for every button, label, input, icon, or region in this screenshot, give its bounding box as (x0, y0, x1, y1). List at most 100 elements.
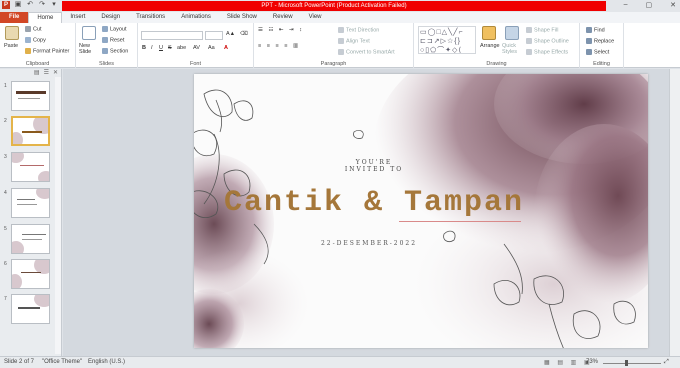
slides-tab-icon[interactable]: ▤ (34, 69, 40, 77)
clipboard-group-label: Clipboard (25, 61, 50, 67)
outline-tab-icon[interactable]: ☰ (44, 69, 49, 77)
slide-thumbnail-7[interactable]: 7 (0, 294, 62, 328)
undo-icon[interactable]: ↶ (26, 1, 34, 9)
list-buttons[interactable]: ☰ ☷ ⇤ ⇥ ↕ (258, 27, 304, 33)
font-group-label: Font (189, 61, 201, 67)
slide-thumbnail-6[interactable]: 6 (0, 259, 62, 293)
char-spacing-button[interactable]: AV (193, 45, 200, 51)
quick-styles-button[interactable]: Quick Styles (502, 43, 524, 55)
zoom-level[interactable]: 73% (586, 359, 598, 365)
shape-effects-label: Shape Effects (534, 49, 569, 56)
customize-qat-icon[interactable]: ▾ (50, 1, 58, 9)
quick-access-toolbar: P ▣ ↶ ↷ ▾ (2, 1, 58, 9)
slide-thumbnail-5[interactable]: 5 (0, 224, 62, 258)
redo-icon[interactable]: ↷ (38, 1, 46, 9)
maximize-icon[interactable]: ▢ (646, 1, 653, 9)
shape-fill-button[interactable]: Shape Fill (526, 27, 558, 33)
copy-button[interactable]: Copy (25, 37, 46, 43)
layout-icon (102, 26, 108, 32)
tab-view[interactable]: View (301, 12, 330, 23)
tab-transitions[interactable]: Transitions (128, 12, 173, 23)
quick-styles-icon[interactable] (505, 26, 519, 40)
change-case-button[interactable]: Aa (208, 45, 215, 51)
align-buttons[interactable]: ≡ ≡ ≡ ≡ ▥ (258, 43, 300, 49)
drawing-group: ▭◯□△╲╱⌐ ⊏⊐↗▷☆{} ○▯⬠⌒✦◇⟨ Arrange Quick Styl… (414, 23, 580, 68)
reset-icon (102, 37, 108, 43)
cut-label: Cut (33, 26, 42, 33)
underline-button[interactable]: U (159, 45, 163, 51)
new-slide-icon[interactable] (82, 26, 96, 40)
italic-button[interactable]: I (151, 45, 153, 51)
slide-thumbnail-3[interactable]: 3 (0, 152, 62, 186)
font-name-dropdown[interactable] (141, 31, 203, 40)
find-label: Find (594, 27, 605, 34)
font-size-dropdown[interactable] (205, 31, 223, 40)
slide-number: 6 (4, 261, 7, 267)
paste-button[interactable]: Paste (4, 43, 18, 49)
copy-icon (25, 37, 31, 43)
tab-slide-show[interactable]: Slide Show (219, 12, 265, 23)
strikethrough-button[interactable]: S (168, 45, 172, 51)
date-text[interactable]: 22-DESEMBER-2022 (304, 240, 434, 247)
reset-button[interactable]: Reset (102, 37, 124, 43)
minimize-icon[interactable]: – (624, 1, 628, 9)
tab-insert[interactable]: Insert (62, 12, 93, 23)
shape-outline-button[interactable]: Shape Outline (526, 38, 569, 44)
grow-font-button[interactable]: A▲ (226, 31, 235, 37)
layout-button[interactable]: Layout (102, 26, 127, 32)
tab-design[interactable]: Design (93, 12, 128, 23)
editor-scrollbar[interactable] (669, 69, 680, 356)
current-slide[interactable]: YOU'RE INVITED TO Cantik & Tampan 22-DES… (194, 74, 648, 348)
tab-review[interactable]: Review (265, 12, 301, 23)
language-indicator[interactable]: English (U.S.) (88, 359, 125, 365)
tab-animations[interactable]: Animations (173, 12, 219, 23)
format-painter-button[interactable]: Format Painter (25, 48, 69, 54)
invite-text[interactable]: YOU'RE INVITED TO (334, 159, 414, 173)
fit-to-window-icon[interactable]: ⤢ (664, 359, 669, 366)
tab-file[interactable]: File (0, 12, 29, 23)
slide-title[interactable]: Cantik & Tampan (214, 186, 534, 220)
shape-outline-icon (526, 38, 532, 44)
section-button[interactable]: Section (102, 48, 128, 54)
shadow-button[interactable]: abe (177, 45, 186, 51)
zoom-slider-thumb[interactable] (625, 360, 628, 366)
replace-label: Replace (594, 38, 615, 45)
zoom-slider[interactable] (603, 363, 661, 364)
clear-format-button[interactable]: ⌫ (240, 31, 248, 37)
slide-thumbnail-2[interactable]: 2 (0, 116, 62, 150)
close-panel-icon[interactable]: ✕ (53, 69, 58, 77)
spellcheck-underline (399, 221, 521, 222)
slide-thumbnail-4[interactable]: 4 (0, 188, 62, 222)
tab-home[interactable]: Home (28, 12, 63, 23)
panel-tabs: ▤ ☰ ✕ (0, 69, 62, 77)
paragraph-group-label: Paragraph (320, 61, 347, 67)
invite-line-2: INVITED TO (344, 166, 404, 173)
convert-smartart-button[interactable]: Convert to SmartArt (338, 49, 395, 55)
font-color-button[interactable]: A (224, 45, 228, 51)
select-button[interactable]: Select (586, 49, 609, 55)
bold-button[interactable]: B (142, 45, 146, 51)
slide-thumb (11, 81, 50, 111)
save-icon[interactable]: ▣ (14, 1, 22, 9)
slide-number: 5 (4, 226, 7, 232)
invite-line-1: YOU'RE (355, 159, 393, 166)
ribbon: Paste Cut Copy Format Painter Clipboard … (0, 23, 680, 68)
replace-button[interactable]: Replace (586, 38, 614, 44)
paragraph-group: ☰ ☷ ⇤ ⇥ ↕ ≡ ≡ ≡ ≡ ▥ Text Direction Align… (254, 23, 414, 68)
close-icon[interactable]: ✕ (670, 1, 676, 9)
align-text-button[interactable]: Align Text (338, 38, 370, 44)
arrange-button[interactable]: Arrange (480, 43, 500, 49)
cut-button[interactable]: Cut (25, 26, 42, 32)
shapes-gallery[interactable]: ▭◯□△╲╱⌐ ⊏⊐↗▷☆{} ○▯⬠⌒✦◇⟨ (418, 26, 476, 54)
paste-icon[interactable] (5, 26, 19, 40)
text-direction-button[interactable]: Text Direction (338, 27, 379, 33)
editing-group-label: Editing (593, 61, 610, 67)
copy-label: Copy (33, 37, 46, 44)
new-slide-button[interactable]: New Slide (79, 43, 99, 55)
shape-effects-button[interactable]: Shape Effects (526, 49, 568, 55)
powerpoint-logo-icon: P (2, 1, 10, 9)
slide-thumbnail-1[interactable]: 1 (0, 81, 62, 115)
arrange-icon[interactable] (482, 26, 496, 40)
shape-effects-icon (526, 49, 532, 55)
find-button[interactable]: Find (586, 27, 605, 33)
